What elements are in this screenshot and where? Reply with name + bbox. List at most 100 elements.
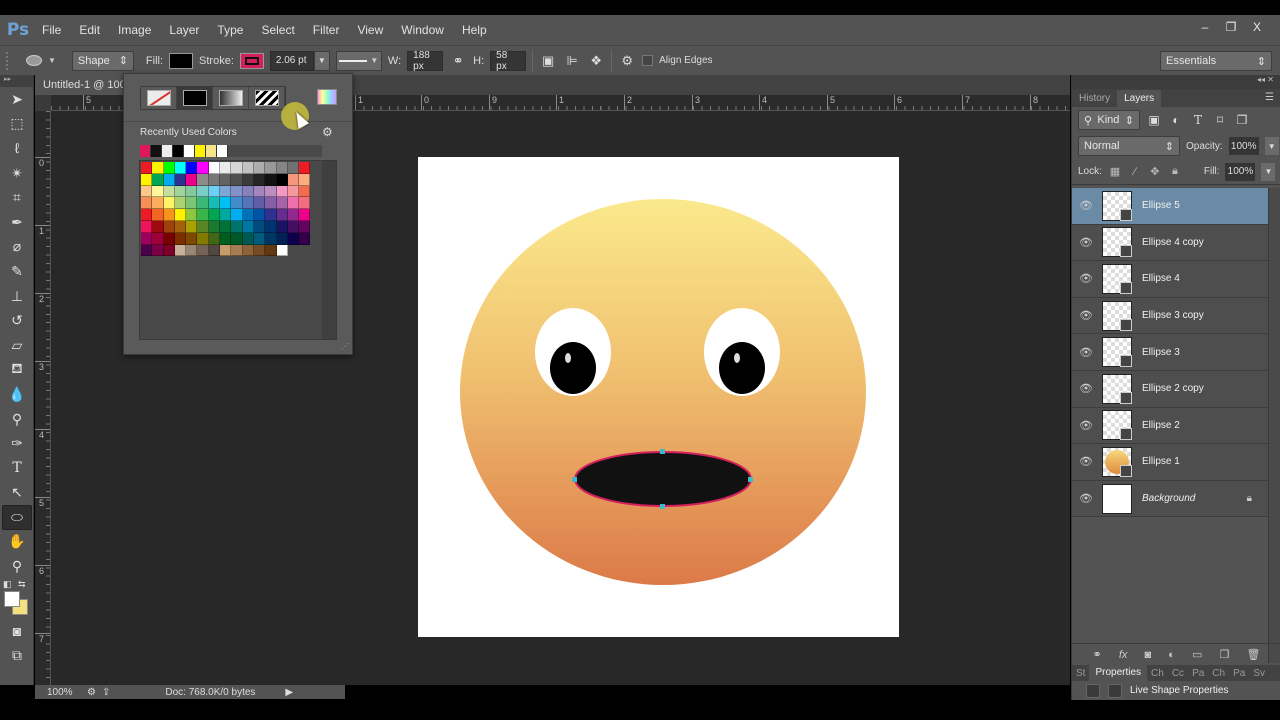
brush-tool-icon[interactable]: ✎: [0, 259, 34, 284]
stroke-width-dropdown[interactable]: ▼: [313, 50, 330, 71]
layer-row[interactable]: 👁︎ Ellipse 2: [1072, 407, 1268, 445]
color-swatch[interactable]: [299, 232, 311, 245]
color-swatch[interactable]: [220, 209, 232, 221]
color-swatch[interactable]: [265, 209, 277, 221]
workspace-select[interactable]: Essentials ⇕: [1160, 51, 1272, 71]
document-tab[interactable]: Untitled-1 @ 100: [35, 75, 135, 95]
artboard-canvas[interactable]: [418, 157, 899, 637]
anchor-point-bottom[interactable]: [660, 504, 665, 509]
color-swatch[interactable]: [141, 162, 153, 174]
solid-color-button[interactable]: [177, 87, 213, 109]
minimize-button[interactable]: ‒: [1192, 19, 1218, 35]
color-swatch[interactable]: [265, 220, 277, 233]
tab-paragraph[interactable]: Pa: [1229, 668, 1249, 679]
clone-stamp-tool-icon[interactable]: ⊥: [0, 284, 34, 309]
path-selection-tool-icon[interactable]: ↖: [0, 481, 34, 506]
color-swatch[interactable]: [299, 197, 311, 210]
lock-image-icon[interactable]: ∕: [1128, 166, 1142, 178]
color-swatch[interactable]: [276, 173, 288, 186]
color-swatch[interactable]: [299, 162, 311, 174]
color-swatch[interactable]: [287, 162, 300, 174]
height-input[interactable]: 58 px: [490, 50, 527, 72]
color-swatch[interactable]: [208, 232, 221, 245]
color-swatch[interactable]: [253, 185, 266, 198]
color-swatch[interactable]: [163, 173, 175, 186]
color-swatch[interactable]: [220, 173, 232, 186]
recent-color-swatch[interactable]: [173, 145, 184, 157]
color-swatch[interactable]: [242, 232, 254, 245]
color-swatch[interactable]: [152, 185, 164, 198]
color-swatch[interactable]: [141, 197, 153, 210]
color-swatch[interactable]: [242, 185, 254, 198]
color-swatch[interactable]: [253, 197, 266, 210]
paint-bucket-tool-icon[interactable]: ⛾: [0, 358, 34, 383]
color-swatch[interactable]: [197, 232, 209, 245]
layer-row[interactable]: 👁︎ Ellipse 3 copy: [1072, 297, 1268, 335]
lock-position-icon[interactable]: ✥: [1148, 165, 1162, 178]
color-swatch[interactable]: [253, 220, 266, 233]
gradient-button[interactable]: [213, 87, 249, 109]
visibility-eye-icon[interactable]: 👁︎: [1072, 236, 1100, 249]
anchor-point-left[interactable]: [572, 477, 577, 482]
color-swatch[interactable]: [141, 220, 153, 233]
color-swatch[interactable]: [242, 244, 254, 257]
color-swatch[interactable]: [276, 185, 288, 198]
chevron-down-icon[interactable]: ▼: [48, 56, 56, 65]
path-alignment-icon[interactable]: ⊫: [563, 52, 581, 70]
fill-dropdown[interactable]: ▼: [1261, 162, 1276, 181]
align-edges-checkbox[interactable]: [642, 55, 654, 66]
color-swatch[interactable]: [208, 185, 221, 198]
ellipse-tool-preset-icon[interactable]: [26, 55, 42, 66]
color-swatch[interactable]: [276, 244, 288, 257]
color-swatch[interactable]: [299, 220, 311, 233]
layers-scrollbar[interactable]: [1268, 188, 1280, 663]
color-swatch[interactable]: [253, 244, 266, 257]
recent-color-swatch[interactable]: [206, 145, 217, 157]
color-swatch[interactable]: [141, 173, 153, 186]
shape-layer-filter-icon[interactable]: ⌑: [1212, 112, 1228, 128]
color-swatch[interactable]: [163, 232, 175, 245]
swatch-scrollbar[interactable]: [322, 161, 336, 339]
color-swatch[interactable]: [253, 162, 266, 174]
layer-row[interactable]: 👁︎ Ellipse 4 copy: [1072, 224, 1268, 262]
lock-transparent-icon[interactable]: ▦: [1108, 165, 1122, 178]
marquee-tool-icon[interactable]: ⬚: [0, 112, 34, 137]
color-swatch[interactable]: [163, 244, 175, 257]
color-swatch[interactable]: [174, 173, 187, 186]
color-swatch[interactable]: [231, 244, 243, 257]
color-swatch[interactable]: [208, 173, 221, 186]
opacity-input[interactable]: 100%: [1228, 137, 1259, 155]
color-swatch[interactable]: [265, 232, 277, 245]
right-pupil[interactable]: [719, 342, 765, 394]
color-swatch[interactable]: [208, 197, 221, 210]
color-swatch[interactable]: [276, 209, 288, 221]
layer-row[interactable]: 👁︎ Ellipse 2 copy: [1072, 370, 1268, 408]
color-swatch[interactable]: [186, 173, 198, 186]
eraser-tool-icon[interactable]: ▱: [0, 333, 34, 358]
color-swatch[interactable]: [265, 162, 277, 174]
color-swatch[interactable]: [299, 185, 311, 198]
eyedropper-tool-icon[interactable]: ✒: [0, 210, 34, 235]
menu-filter[interactable]: Filter: [307, 23, 352, 37]
color-swatch[interactable]: [220, 232, 232, 245]
color-swatch[interactable]: [287, 232, 300, 245]
anchor-point-top[interactable]: [660, 449, 665, 454]
visibility-eye-icon[interactable]: 👁︎: [1072, 455, 1100, 468]
no-color-button[interactable]: [141, 87, 177, 109]
color-swatch[interactable]: [220, 220, 232, 233]
color-swatch[interactable]: [163, 209, 175, 221]
color-swatch[interactable]: [287, 185, 300, 198]
color-swatch[interactable]: [253, 173, 266, 186]
layer-row[interactable]: 👁︎ Ellipse 4: [1072, 261, 1268, 298]
color-swatch[interactable]: [163, 162, 175, 174]
color-swatch[interactable]: [231, 209, 243, 221]
color-swatch[interactable]: [287, 220, 300, 233]
color-swatch[interactable]: [174, 209, 187, 221]
layer-row[interactable]: 👁︎ Ellipse 3: [1072, 334, 1268, 371]
color-swatch[interactable]: [163, 220, 175, 233]
color-picker-button[interactable]: [317, 89, 337, 105]
color-swatch[interactable]: [197, 162, 209, 174]
blur-tool-icon[interactable]: 💧: [0, 382, 34, 407]
panel-menu-icon[interactable]: ☰: [1265, 92, 1274, 103]
color-swatch[interactable]: [231, 185, 243, 198]
